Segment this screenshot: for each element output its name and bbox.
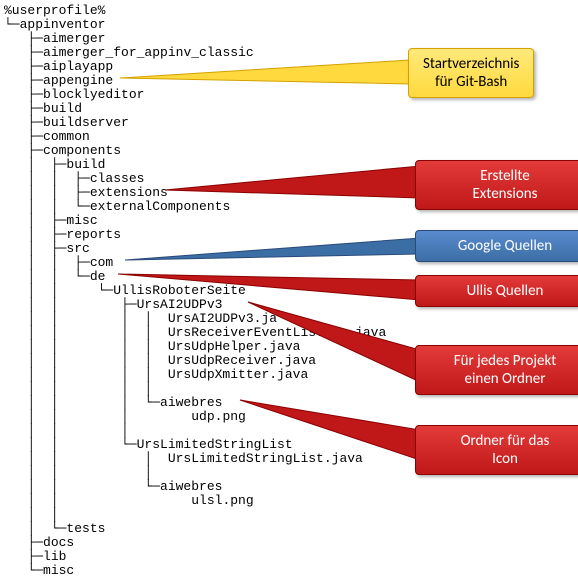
node-UrsLimitedStringList: UrsLimitedStringList [137,437,293,452]
callout-line: Extensions [472,185,537,203]
node-root: %userprofile% [4,3,105,18]
node-com: com [90,255,113,270]
callout-line: Startverzeichnis [423,55,519,73]
callout-line: Ordner für das [461,432,550,450]
file-ulsl-png: ulsl.png [191,493,253,508]
file-UrsLimitedStringList: UrsLimitedStringList.java [168,451,363,466]
node-misc: misc [43,563,74,578]
node-aiwebres-1: aiwebres [160,395,222,410]
node-src: src [66,241,89,256]
file-UrsReceiverEventListener: UrsReceiverEventListe...java [168,325,386,340]
node-aiwebres-2: aiwebres [160,479,222,494]
node-UrsAI2UDPv3: UrsAI2UDPv3 [137,297,223,312]
node-components-build: build [66,157,105,172]
callout-line: einen Ordner [465,370,546,388]
file-udp-png: udp.png [191,409,246,424]
node-aiplayapp: aiplayapp [43,59,113,74]
file-UrsUdpHelper: UrsUdpHelper.java [168,339,301,354]
node-reports: reports [66,227,121,242]
node-aimerger: aimerger [43,31,105,46]
node-components-misc: misc [66,213,97,228]
callout-line: Erstellte [480,167,530,185]
callout-icon-ordner: Ordner für das Icon [415,425,578,475]
callout-ullis-quellen: Ullis Quellen [415,275,578,307]
node-lib: lib [43,549,66,564]
callout-line: für Git-Bash [435,73,507,91]
file-UrsUdpReceiver: UrsUdpReceiver.java [168,353,316,368]
callout-startverzeichnis: Startverzeichnis für Git-Bash [408,48,534,98]
callout-projekt-ordner: Für jedes Projekt einen Ordner [415,345,578,395]
node-extensions: extensions [90,185,168,200]
node-docs: docs [43,535,74,550]
callout-line: Ullis Quellen [467,282,544,300]
node-UllisRoboterSeite: UllisRoboterSeite [113,283,246,298]
node-de: de [90,269,106,284]
node-classes: classes [90,171,145,186]
node-aimerger-classic: aimerger_for_appinv_classic [43,45,254,60]
node-buildserver: buildserver [43,115,129,130]
node-components: components [43,143,121,158]
node-tests: tests [66,521,105,536]
node-externalComponents: externalComponents [90,199,230,214]
callout-google-quellen: Google Quellen [415,230,578,262]
file-UrsAI2UDPv3: UrsAI2UDPv3.ja [168,311,277,326]
file-UrsUdpXmitter: UrsUdpXmitter.java [168,367,308,382]
callout-line: Google Quellen [458,237,552,255]
node-common: common [43,129,90,144]
node-blocklyeditor: blocklyeditor [43,87,144,102]
node-appinventor: appinventor [20,17,106,32]
node-build: build [43,101,82,116]
callout-line: Für jedes Projekt [454,352,557,370]
callout-erstellte-extensions: Erstellte Extensions [415,160,578,210]
callout-line: Icon [492,450,518,468]
node-appengine: appengine [43,73,113,88]
